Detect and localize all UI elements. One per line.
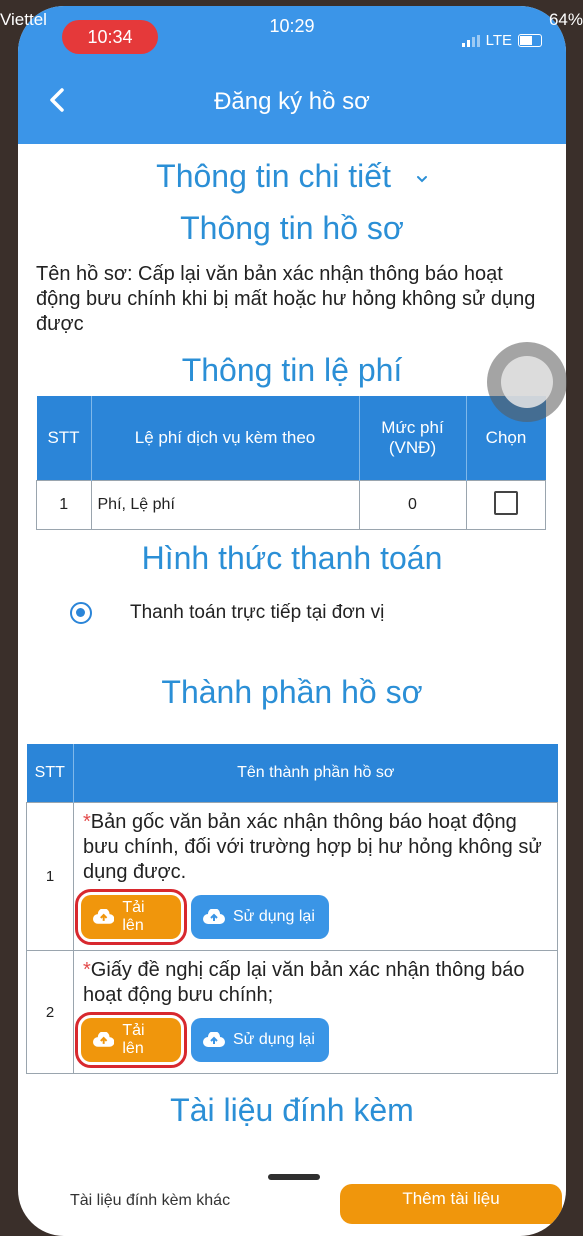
- cloud-icon: [203, 909, 225, 924]
- attachments-row: Tài liệu đính kèm khác Thêm tài liệu: [18, 1184, 566, 1224]
- upload-button[interactable]: Tải lên: [75, 889, 187, 945]
- cloud-icon: [203, 1032, 225, 1047]
- comp-col-stt: STT: [26, 744, 74, 803]
- signal-icon: [461, 34, 480, 47]
- comp-col-name: Tên thành phần hồ sơ: [73, 744, 558, 803]
- table-row: 2 *Giấy đề nghị cấp lại văn bản xác nhận…: [26, 950, 558, 1074]
- required-mark: *: [83, 811, 91, 833]
- comp-name-text: Bản gốc văn bản xác nhận thông báo hoạt …: [83, 811, 542, 883]
- fee-table: STT Lệ phí dịch vụ kèm theo Mức phí (VNĐ…: [36, 396, 546, 530]
- fee-table-header: STT Lệ phí dịch vụ kèm theo Mức phí (VNĐ…: [36, 396, 546, 481]
- payment-title: Hình thức thanh toán: [141, 540, 443, 576]
- comp-stt: 1: [26, 802, 74, 951]
- fee-name: Phí, Lệ phí: [90, 480, 360, 530]
- drag-handle[interactable]: [268, 1174, 320, 1180]
- fee-amount: 0: [358, 480, 467, 530]
- fee-stt: 1: [36, 480, 92, 530]
- upload-button[interactable]: Tải lên: [75, 1012, 187, 1068]
- comp-name-text: Giấy đề nghị cấp lại văn bản xác nhận th…: [83, 959, 525, 1006]
- add-attachment-button[interactable]: Thêm tài liệu: [340, 1184, 562, 1224]
- cloud-upload-icon: [93, 1032, 115, 1047]
- status-bar: 10:34 10:29 LTE: [18, 6, 566, 56]
- fee-checkbox[interactable]: [493, 490, 518, 515]
- profile-name-text: Tên hồ sơ: Cấp lại văn bản xác nhận thôn…: [36, 263, 536, 335]
- comp-name: *Giấy đề nghị cấp lại văn bản xác nhận t…: [75, 952, 556, 1008]
- payment-option-label: Thanh toán trực tiếp tại đơn vị: [130, 602, 385, 623]
- components-table: STT Tên thành phần hồ sơ 1 *Bản gốc văn …: [26, 744, 558, 1074]
- cloud-upload-icon: [93, 909, 115, 924]
- phone-screen: 10:34 10:29 LTE Đăng ký hồ sơ Thông tin …: [18, 6, 566, 1236]
- reuse-button[interactable]: Sử dụng lại: [191, 1018, 329, 1062]
- required-mark: *: [83, 959, 91, 981]
- reuse-label: Sử dụng lại: [233, 908, 315, 925]
- fee-info-title: Thông tin lệ phí: [181, 352, 403, 388]
- navigation-bar: Đăng ký hồ sơ: [18, 56, 566, 144]
- fee-col-name: Lệ phí dịch vụ kèm theo: [91, 396, 360, 481]
- detail-header-label: Thông tin chi tiết: [156, 158, 391, 194]
- table-row: 1 Phí, Lệ phí 0: [36, 480, 546, 530]
- battery-icon: [518, 34, 542, 47]
- payment-radio[interactable]: [70, 602, 92, 624]
- fee-col-stt: STT: [36, 396, 92, 481]
- upload-label: Tải lên: [122, 1022, 145, 1057]
- reuse-label: Sử dụng lại: [233, 1031, 315, 1048]
- battery-percent: 64%: [548, 10, 583, 29]
- page-title: Đăng ký hồ sơ: [214, 88, 370, 115]
- components-title: Thành phần hồ sơ: [161, 674, 423, 710]
- profile-info-title: Thông tin hồ sơ: [180, 210, 404, 246]
- table-row: 1 *Bản gốc văn bản xác nhận thông báo ho…: [26, 802, 558, 951]
- fee-col-amount: Mức phí (VNĐ): [359, 396, 467, 481]
- chevron-down-icon: [416, 175, 427, 182]
- comp-actions: Tải lên Sử dụng lại: [75, 1008, 556, 1072]
- detail-header[interactable]: Thông tin chi tiết: [18, 158, 566, 195]
- status-indicators: LTE: [461, 32, 542, 49]
- call-time-pill[interactable]: 10:34: [62, 20, 158, 54]
- add-attachment-label: Thêm tài liệu: [402, 1189, 500, 1208]
- components-table-header: STT Tên thành phần hồ sơ: [26, 744, 558, 803]
- comp-stt: 2: [26, 950, 74, 1074]
- network-label: LTE: [485, 32, 512, 49]
- carrier-label: Viettel: [0, 10, 47, 29]
- comp-name: *Bản gốc văn bản xác nhận thông báo hoạt…: [75, 804, 556, 885]
- comp-cell: *Bản gốc văn bản xác nhận thông báo hoạt…: [73, 802, 558, 951]
- attachments-label: Tài liệu đính kèm khác: [70, 1192, 231, 1209]
- reuse-button[interactable]: Sử dụng lại: [191, 895, 329, 939]
- fee-select-cell: [465, 480, 546, 530]
- comp-actions: Tải lên Sử dụng lại: [75, 885, 556, 949]
- comp-cell: *Giấy đề nghị cấp lại văn bản xác nhận t…: [73, 950, 558, 1074]
- upload-label: Tải lên: [122, 899, 145, 934]
- attachments-title: Tài liệu đính kèm: [170, 1092, 414, 1128]
- payment-option[interactable]: Thanh toán trực tiếp tại đơn vị: [70, 602, 384, 624]
- assistive-touch-button[interactable]: [487, 342, 567, 422]
